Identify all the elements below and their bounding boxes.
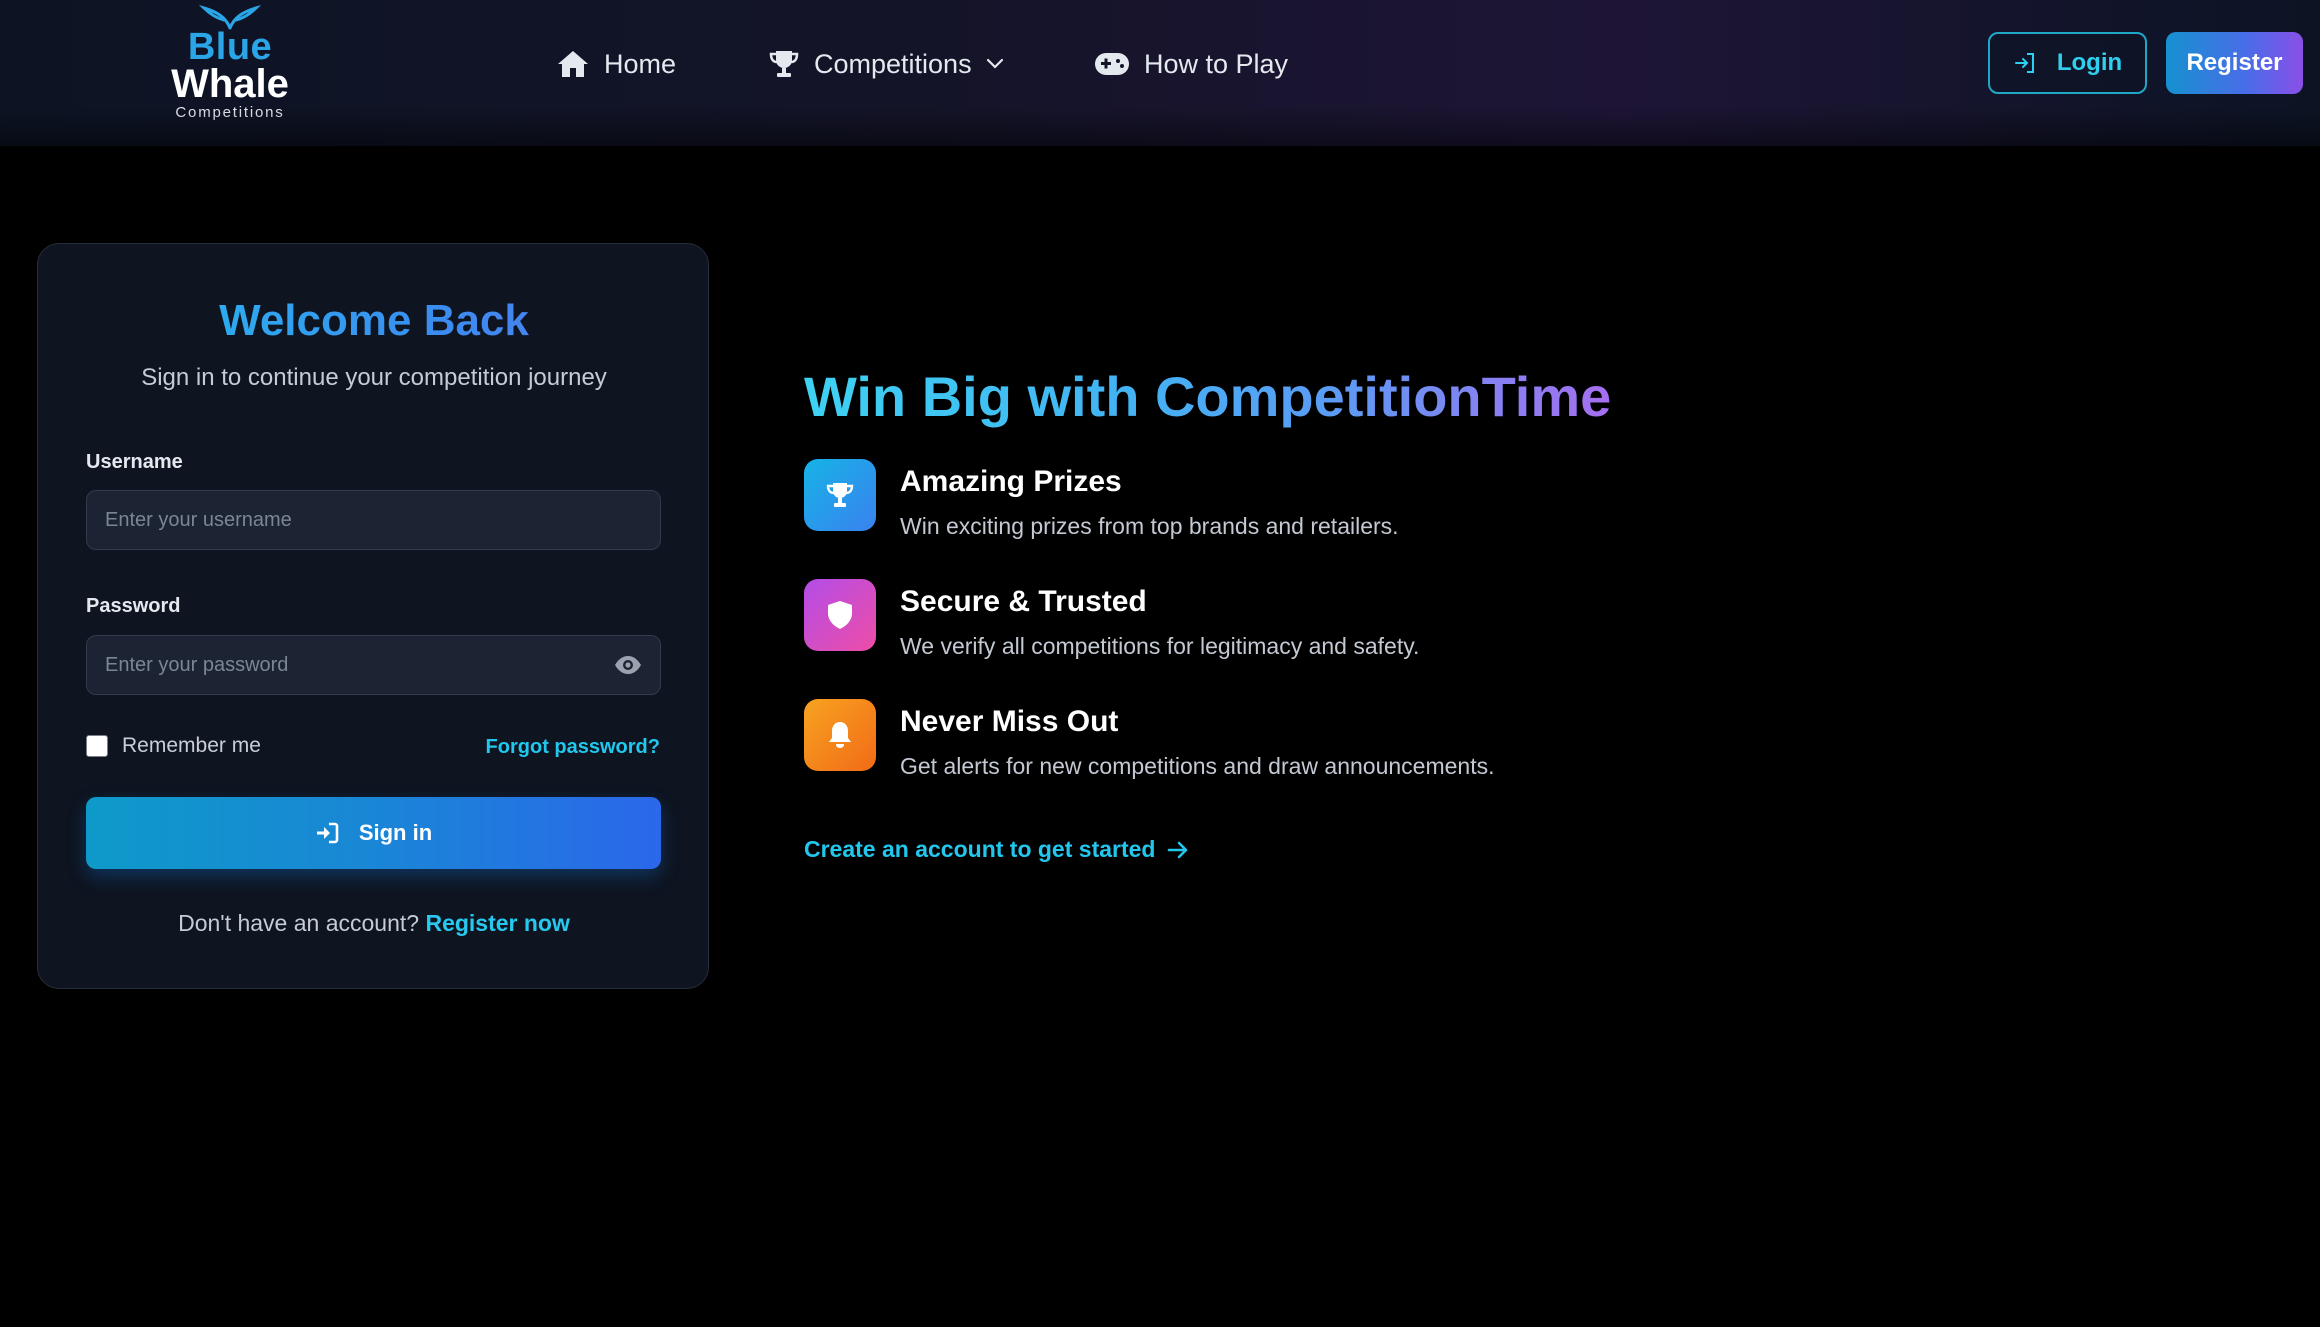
sign-in-button-label: Sign in bbox=[358, 820, 433, 845]
shield-icon bbox=[828, 601, 852, 629]
nav-how-to-play[interactable]: How to Play bbox=[1094, 40, 1288, 88]
login-button-label: Login bbox=[2056, 49, 2123, 76]
feature-icon-tile bbox=[804, 579, 876, 651]
gamepad-icon bbox=[1095, 53, 1129, 75]
bell-icon bbox=[829, 722, 851, 748]
brand-logo[interactable]: Blue Whale Competitions bbox=[160, 4, 300, 122]
forgot-password-link[interactable]: Forgot password? bbox=[486, 736, 660, 759]
logo-text-whale: Whale bbox=[171, 62, 289, 106]
eye-icon bbox=[615, 656, 641, 674]
password-label: Password bbox=[86, 595, 181, 617]
arrow-right-icon bbox=[1168, 841, 1188, 858]
chevron-down-icon bbox=[986, 58, 1003, 69]
login-icon bbox=[2014, 53, 2034, 73]
nav-competitions-label: Competitions bbox=[814, 48, 972, 79]
home-icon bbox=[558, 51, 588, 77]
feature-title: Never Miss Out bbox=[900, 705, 1119, 738]
login-button[interactable]: Login bbox=[1988, 32, 2147, 94]
feature-never-miss-out: Never Miss Out Get alerts for new compet… bbox=[804, 699, 1604, 789]
nav-competitions[interactable]: Competitions bbox=[768, 40, 1004, 88]
sign-in-icon bbox=[316, 822, 339, 844]
toggle-password-visibility[interactable] bbox=[613, 651, 643, 679]
nav-home[interactable]: Home bbox=[556, 40, 676, 88]
remember-me-label: Remember me bbox=[122, 734, 261, 757]
trophy-icon bbox=[769, 51, 799, 77]
login-subtitle: Sign in to continue your competition jou… bbox=[141, 364, 607, 391]
remember-me[interactable]: Remember me bbox=[86, 734, 261, 758]
feature-title: Secure & Trusted bbox=[900, 585, 1147, 618]
sign-in-button[interactable]: Sign in bbox=[86, 797, 661, 869]
register-button[interactable]: Register bbox=[2166, 32, 2303, 94]
feature-icon-tile bbox=[804, 459, 876, 531]
create-account-label: Create an account to get started bbox=[804, 836, 1156, 862]
username-input[interactable] bbox=[86, 490, 661, 550]
create-account-link[interactable]: Create an account to get started bbox=[804, 836, 1189, 863]
feature-amazing-prizes: Amazing Prizes Win exciting prizes from … bbox=[804, 459, 1604, 549]
feature-title: Amazing Prizes bbox=[900, 465, 1122, 498]
feature-description: Get alerts for new competitions and draw… bbox=[900, 753, 1495, 779]
feature-secure-trusted: Secure & Trusted We verify all competiti… bbox=[804, 579, 1604, 669]
feature-icon-tile bbox=[804, 699, 876, 771]
login-title: Welcome Back bbox=[38, 296, 710, 346]
feature-description: Win exciting prizes from top brands and … bbox=[900, 513, 1399, 539]
feature-description: We verify all competitions for legitimac… bbox=[900, 633, 1420, 659]
top-navbar: Blue Whale Competitions Home Competition… bbox=[0, 0, 2320, 146]
register-button-label: Register bbox=[2186, 49, 2283, 76]
nav-how-to-play-label: How to Play bbox=[1144, 48, 1289, 79]
register-now-link[interactable]: Register now bbox=[425, 910, 569, 936]
password-input[interactable] bbox=[86, 635, 661, 695]
nav-home-label: Home bbox=[604, 48, 677, 79]
logo-text-competitions: Competitions bbox=[175, 104, 285, 121]
register-prompt: Don't have an account? Register now bbox=[38, 910, 710, 937]
hero-title: Win Big with CompetitionTime bbox=[804, 365, 1612, 428]
trophy-icon bbox=[826, 483, 854, 507]
no-account-text: Don't have an account? bbox=[178, 910, 420, 936]
remember-me-checkbox[interactable] bbox=[86, 735, 108, 757]
login-card: Welcome Back Sign in to continue your co… bbox=[37, 243, 709, 989]
username-label: Username bbox=[86, 451, 183, 473]
